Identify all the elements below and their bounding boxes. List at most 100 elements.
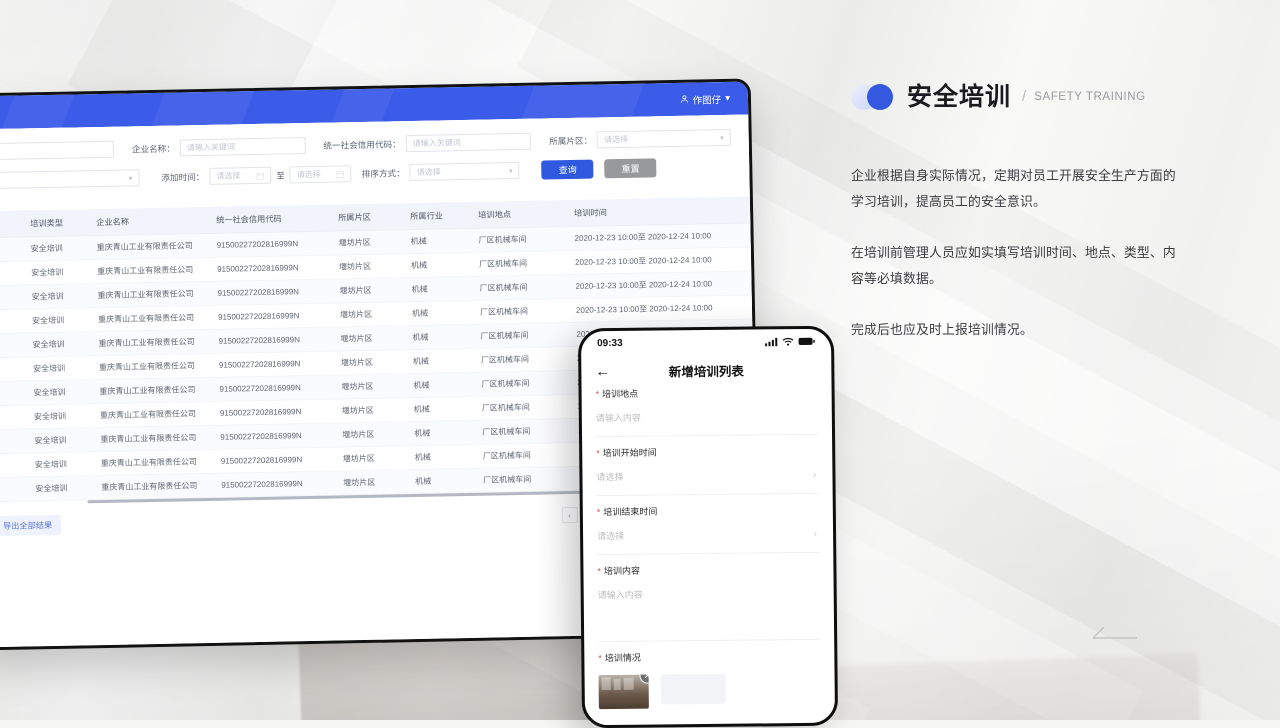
row-area: 堰坊片区 bbox=[332, 445, 406, 472]
form-field-training-location: * 培训地点 请输入内容 bbox=[595, 384, 819, 438]
credit-code-input[interactable]: 请输入关键词 bbox=[405, 132, 532, 153]
row-train-type[interactable]: 安全培训 bbox=[20, 259, 88, 286]
calendar-icon bbox=[256, 172, 265, 180]
training-content-textarea[interactable]: 请输入内容 bbox=[598, 586, 820, 601]
row-location: 厂区机械车间 bbox=[471, 370, 568, 397]
area-label: 所属片区： bbox=[549, 135, 593, 146]
field-label: * 培训地点 bbox=[595, 388, 639, 400]
row-industry: 机械 bbox=[403, 396, 473, 422]
credit-code-placeholder: 请输入关键词 bbox=[412, 138, 461, 149]
user-menu[interactable]: 作图仔 ▾ bbox=[679, 82, 730, 116]
row-area: 堰坊片区 bbox=[330, 349, 404, 376]
row-company-name[interactable]: 重庆青山工业有限责任公司 bbox=[86, 257, 208, 284]
sort-select[interactable]: 请选择 ▾ bbox=[409, 161, 520, 182]
row-company-name[interactable]: 重庆青山工业有限责任公司 bbox=[90, 425, 211, 452]
phone-nav-bar: ← 新增培训列表 bbox=[581, 353, 831, 388]
row-company-name[interactable]: 重庆青山工业有限责任公司 bbox=[90, 449, 212, 476]
row-company-name[interactable]: 重庆青山工业有限责任公司 bbox=[87, 281, 208, 308]
row-train-type[interactable]: 安全培训 bbox=[21, 283, 88, 310]
description-paragraph: 企业根据自身实际情况，定期对员工开展安全生产方面的学习培训，提高员工的安全意识。 bbox=[851, 168, 1176, 209]
row-train-type[interactable]: 安全培训 bbox=[20, 235, 87, 262]
company-name-input[interactable]: 请输入关键词 bbox=[179, 137, 306, 157]
add-time-label: 添加时间： bbox=[161, 171, 205, 183]
field-label: * 培训情况 bbox=[598, 652, 641, 664]
row-index: 9 bbox=[0, 429, 25, 454]
search-row: ▾ 添加时间： 请选择 至 请选择 排序方式： 请选择 ▾ 查询 重置 bbox=[0, 157, 731, 190]
photo-upload-row: ✕ bbox=[598, 673, 821, 710]
row-train-type[interactable]: 安全培训 bbox=[24, 427, 91, 454]
battery-icon bbox=[798, 337, 815, 345]
form-field-training-situation: * 培训情况 ✕ bbox=[598, 640, 821, 721]
row-company-name[interactable]: 重庆青山工业有限责任公司 bbox=[89, 401, 211, 428]
wifi-icon bbox=[782, 337, 794, 346]
row-company-name[interactable]: 重庆青山工业有限责任公司 bbox=[86, 233, 207, 260]
row-area: 堰坊片区 bbox=[330, 325, 403, 352]
row-industry: 机械 bbox=[400, 252, 470, 278]
reset-button[interactable]: 重置 bbox=[604, 158, 657, 179]
end-time-select[interactable]: 请选择 bbox=[597, 527, 819, 542]
row-industry: 机械 bbox=[401, 276, 470, 302]
row-location: 厂区机械车间 bbox=[473, 466, 570, 493]
secondary-select[interactable]: ▾ bbox=[0, 169, 140, 190]
chevron-down-icon: ▾ bbox=[128, 174, 133, 182]
start-time-select[interactable]: 请选择 bbox=[596, 468, 818, 483]
row-industry: 机械 bbox=[401, 300, 471, 326]
row-credit-code: 91500227202816999N bbox=[208, 327, 331, 354]
signal-bars-icon bbox=[765, 337, 778, 346]
row-train-type[interactable]: 安全培训 bbox=[22, 331, 89, 358]
col-credit-code: 统一社会信用代码 bbox=[205, 204, 329, 234]
row-train-type[interactable]: 安全培训 bbox=[24, 451, 92, 478]
add-photo-box[interactable] bbox=[660, 673, 726, 705]
row-credit-code: 91500227202816999N bbox=[210, 447, 334, 474]
row-train-type[interactable]: 安全培训 bbox=[21, 307, 89, 334]
row-company-name[interactable]: 重庆青山工业有限责任公司 bbox=[91, 473, 212, 500]
row-train-type[interactable]: 安全培训 bbox=[25, 475, 92, 502]
required-star: * bbox=[595, 389, 600, 400]
required-star: * bbox=[598, 653, 602, 664]
row-train-time: 2020-12-23 10:00至 2020-12-24 10:00 bbox=[565, 295, 753, 323]
row-company-name[interactable]: 重庆青山工业有限责任公司 bbox=[89, 377, 210, 404]
row-industry: 机械 bbox=[400, 228, 469, 254]
row-company-name[interactable]: 重庆青山工业有限责任公司 bbox=[88, 329, 209, 356]
phone-status-bar: 09:33 bbox=[581, 329, 831, 356]
row-train-type[interactable]: 安全培训 bbox=[23, 403, 91, 430]
row-area: 堰坊片区 bbox=[328, 253, 402, 280]
chevron-down-icon: ▾ bbox=[725, 92, 731, 104]
pagination-prev-button[interactable]: ‹ bbox=[561, 506, 578, 524]
row-company-name[interactable]: 重庆青山工业有限责任公司 bbox=[87, 305, 209, 332]
row-index: 1 bbox=[0, 237, 21, 263]
chevron-down-icon: ▾ bbox=[720, 134, 724, 142]
query-button[interactable]: 查询 bbox=[541, 159, 594, 180]
sort-placeholder: 请选择 bbox=[416, 167, 441, 177]
required-star: * bbox=[596, 448, 600, 459]
row-train-time: 2020-12-23 10:00至 2020-12-24 10:00 bbox=[564, 247, 752, 275]
row-train-type[interactable]: 安全培训 bbox=[23, 379, 90, 406]
row-credit-code: 91500227202816999N bbox=[206, 255, 330, 282]
end-date-placeholder: 请选择 bbox=[296, 169, 321, 180]
add-time-start-input[interactable]: 请选择 bbox=[209, 166, 272, 185]
back-arrow-icon[interactable]: ← bbox=[595, 363, 610, 380]
row-industry: 机械 bbox=[402, 348, 472, 374]
field-label: * 培训结束时间 bbox=[596, 506, 658, 518]
row-area: 堰坊片区 bbox=[332, 421, 405, 448]
training-photo-thumb[interactable]: ✕ bbox=[598, 674, 649, 710]
training-location-input[interactable]: 请输入内容 bbox=[596, 409, 818, 424]
row-company-name[interactable]: 重庆青山工业有限责任公司 bbox=[88, 353, 210, 380]
phone-page-title: 新增培训列表 bbox=[668, 364, 744, 379]
form-field-end-time: * 培训结束时间 请选择 › bbox=[596, 493, 820, 556]
close-circle-icon[interactable]: ✕ bbox=[639, 674, 649, 684]
area-select[interactable]: 请选择 ▾ bbox=[596, 128, 731, 149]
row-train-type[interactable]: 安全培训 bbox=[22, 355, 90, 382]
row-area: 堰坊片区 bbox=[333, 469, 406, 496]
add-time-end-input[interactable]: 请选择 bbox=[289, 165, 352, 184]
col-index: 序号 bbox=[0, 210, 21, 239]
export-all-button[interactable]: 导出全部结果 bbox=[0, 514, 62, 537]
info-panel: 安全培训 / SAFETY TRAINING 企业根据自身实际情况，定期对员工开… bbox=[851, 84, 1181, 639]
search-input-leading[interactable] bbox=[0, 140, 115, 161]
description-paragraph: 在培训前管理人员应如实填写培训时间、地点、类型、内容等必填数据。 bbox=[851, 245, 1176, 286]
row-location: 厂区机械车间 bbox=[470, 346, 568, 373]
credit-code-label: 统一社会信用代码： bbox=[323, 138, 401, 151]
row-credit-code: 91500227202816999N bbox=[209, 399, 333, 426]
row-credit-code: 91500227202816999N bbox=[211, 471, 334, 498]
row-location: 厂区机械车间 bbox=[469, 274, 566, 301]
